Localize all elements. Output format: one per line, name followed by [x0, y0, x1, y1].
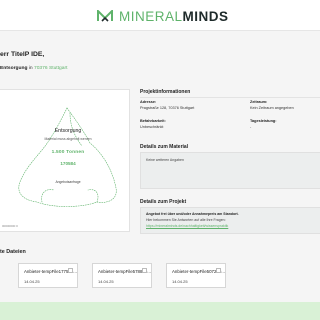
projektinformationen-title: Projektinformationen — [140, 89, 191, 95]
file-checkbox[interactable] — [142, 268, 147, 273]
footer-bar — [0, 302, 320, 320]
greeting-heading: err TitelP IDE, — [0, 51, 45, 58]
file-date: 14.04.25 — [24, 279, 40, 284]
file-checkbox[interactable] — [216, 268, 221, 273]
card-number: 170584 — [60, 161, 76, 166]
zeitraum-label: Zeitraum: — [250, 100, 268, 104]
file-card[interactable]: Anbieter-tempFile507240... 14.04.25 — [166, 263, 226, 288]
address-line: Entsorgung in 70376 Stuttgart — [0, 66, 67, 71]
adresse-value: Pragstraße 128, 70376 Stuttgart — [140, 106, 195, 110]
file-date: 14.04.25 — [98, 279, 114, 284]
material-details-title: Details zum Material — [140, 144, 189, 150]
tagesleistung-label: Tagesleistung: — [250, 119, 277, 123]
file-date: 14.04.25 — [172, 279, 188, 284]
file-card[interactable]: Anbieter-tempFile578889... 14.04.25 — [92, 263, 152, 288]
befahrbarkeit-label: Befahrbarkeit: — [140, 119, 166, 123]
projekt-details-line2: Hier bekommen Sie Antworten auf alle Ihr… — [146, 218, 226, 222]
zeitraum-value: Kein Zeitraum angegeben — [250, 106, 294, 110]
logo-text-mineral: MINERAL — [119, 8, 183, 24]
projekt-details-title: Details zum Projekt — [140, 199, 187, 205]
material-details-box: Keine weiteren Angaben — [140, 152, 320, 189]
card-title: Entsorgung — [54, 128, 82, 134]
material-card: Entsorgung Material muss abgeholt werden… — [0, 89, 130, 232]
card-id: 00000000 0 — [2, 224, 18, 228]
wissen-link[interactable]: https://mineralminds.de/nachhaltigkeit/w… — [146, 224, 228, 228]
logo-text-minds: MINDS — [182, 8, 229, 24]
material-pile-illustration — [18, 107, 117, 207]
mineralminds-logo[interactable]: MINERAL MINDS — [97, 8, 229, 24]
logo-mark-icon — [97, 10, 113, 22]
header: MINERAL MINDS — [0, 0, 320, 30]
befahrbarkeit-value: Unbeschränkt — [140, 125, 164, 129]
card-quantity: 1.500 Tonnen — [51, 150, 85, 155]
card-subtitle: Material muss abgeholt werden — [44, 137, 92, 141]
files-title: te Dateien — [0, 249, 26, 255]
file-checkbox[interactable] — [68, 268, 73, 273]
projekt-details-line1: Angebot frei über und/oder Annahmepreis … — [146, 212, 239, 216]
header-divider — [0, 30, 320, 31]
projekt-details-box: Angebot frei über und/oder Annahmepreis … — [140, 207, 320, 234]
address-city: 70376 Stuttgart — [33, 66, 68, 71]
file-card[interactable]: Anbieter-tempFile177506... 14.04.25 — [18, 263, 78, 288]
page: MINERAL MINDS err TitelP IDE, Entsorgung… — [0, 0, 320, 320]
section-divider — [140, 97, 320, 98]
angebotsanfrage-link[interactable]: Angebotsanfrage — [1, 180, 135, 184]
tagesleistung-value: - — [250, 125, 252, 129]
address-type: Entsorgung — [0, 66, 28, 71]
adresse-label: Adresse: — [140, 100, 157, 104]
material-details-text: Keine weiteren Angaben — [146, 158, 184, 162]
